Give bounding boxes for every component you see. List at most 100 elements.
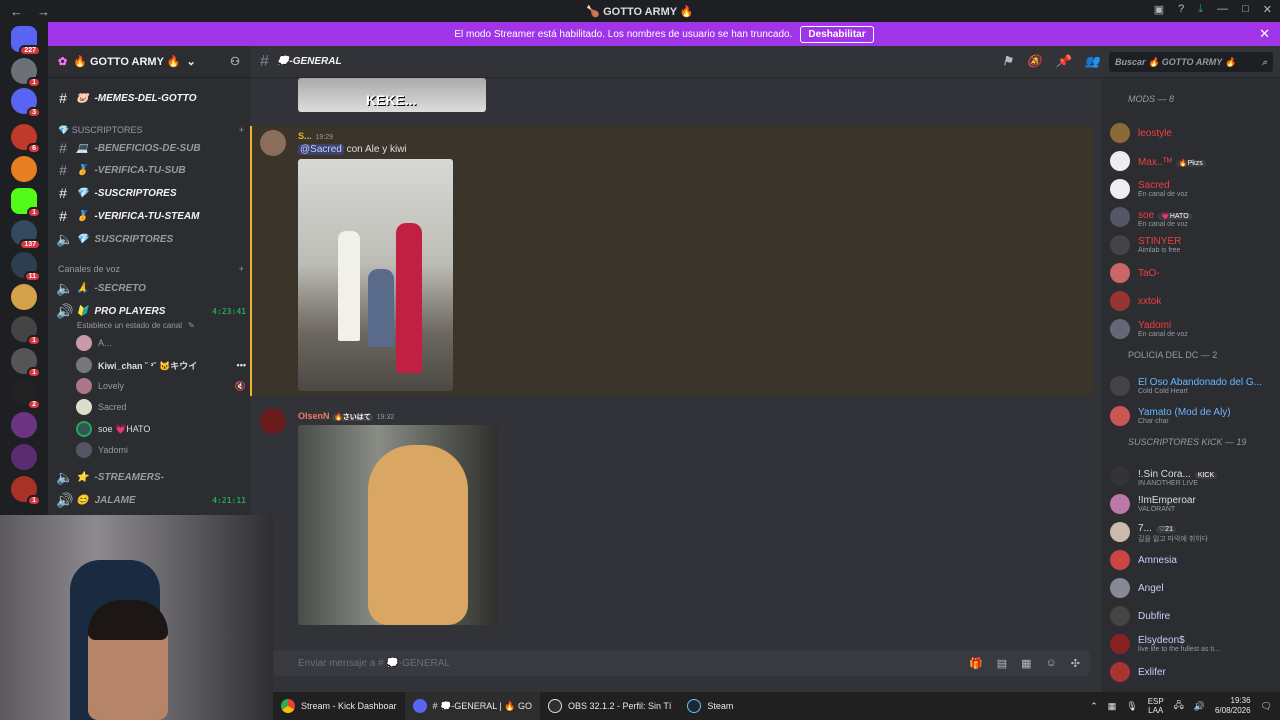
channel-suscriptores[interactable]: # 💎 -SUSCRIPTORES — [56, 183, 246, 203]
server-icon[interactable] — [11, 412, 37, 438]
image-attachment[interactable] — [298, 159, 453, 391]
members-icon[interactable]: 👥 — [1085, 54, 1100, 68]
voice-channel-streamers[interactable]: 🔈 ⭐ -STREAMERS- — [56, 467, 246, 487]
server-icon[interactable]: 2 — [11, 380, 41, 410]
notification-icon[interactable]: 🗨 — [1261, 701, 1272, 712]
voice-user[interactable]: Yadomi — [76, 440, 246, 460]
server-icon[interactable]: 1 — [11, 316, 41, 346]
avatar — [1110, 235, 1130, 255]
network-icon[interactable]: 🖧 — [1174, 698, 1184, 714]
voice-user[interactable]: Kiwi_chan ˘ ³˘ 🐱キウイ ••• — [76, 355, 246, 375]
notification-bell-icon[interactable]: 🔕 — [1027, 54, 1042, 68]
member-item[interactable]: Max..ᵀᴹ 🔥Pkzs — [1110, 148, 1276, 174]
member-item[interactable]: Amnesia — [1110, 547, 1276, 573]
channel-verifica-steam[interactable]: # 🏅 -VERIFICA-TU-STEAM — [56, 206, 246, 226]
server-icon[interactable]: 1 — [11, 58, 41, 88]
apps-icon[interactable]: ✣ — [1071, 657, 1080, 670]
channel-status[interactable]: Establece un estado de canal ✎ — [77, 315, 247, 335]
message-author[interactable]: S... 19:29 — [298, 131, 333, 141]
member-item[interactable]: Elsydeon$ live life to the fullest as ti.… — [1110, 631, 1276, 657]
channel-beneficios[interactable]: # 💻 -BENEFICIOS-DE-SUB — [56, 138, 246, 158]
inbox-icon[interactable]: ▣ — [1154, 3, 1164, 16]
user-mention[interactable]: @Sacred — [298, 144, 344, 155]
gift-icon[interactable]: 🎁 — [969, 657, 983, 670]
clock[interactable]: 19:36 6/08/2026 — [1215, 696, 1251, 716]
server-icon[interactable]: 3 — [11, 88, 41, 118]
plus-icon[interactable]: + — [239, 125, 244, 136]
minimize-button[interactable]: — — [1217, 3, 1228, 16]
tray-chevron-icon[interactable]: ⌃ — [1090, 701, 1098, 712]
member-category: POLICIA DEL DC — 2 — [1128, 350, 1218, 360]
message-input[interactable]: Enviar mensaje a # 💭-GENERAL 🎁 ▤ ▦ ☺ ✣ — [272, 650, 1090, 676]
member-item[interactable]: !ImEmperoar VALORANT — [1110, 491, 1276, 517]
taskbar-discord[interactable]: # 💭-GENERAL | 🔥 GO — [404, 692, 540, 720]
download-icon[interactable]: ⤓ — [1198, 3, 1203, 16]
member-item[interactable]: Angel — [1110, 575, 1276, 601]
member-item[interactable]: Exlifer — [1110, 659, 1276, 685]
sticker-icon[interactable]: ▦ — [1021, 657, 1031, 670]
taskbar-steam[interactable]: Steam — [679, 692, 741, 720]
image-attachment[interactable] — [298, 425, 498, 625]
category-voice[interactable]: Canales de voz + — [58, 264, 244, 274]
search-icon: ⌕ — [1261, 56, 1267, 67]
member-item[interactable]: Dubfire — [1110, 603, 1276, 629]
close-icon[interactable]: ✕ — [1259, 26, 1270, 42]
server-icon[interactable]: 137 — [11, 220, 41, 250]
member-item[interactable]: xxtok — [1110, 288, 1276, 314]
plus-icon[interactable]: + — [239, 264, 244, 274]
voice-user[interactable]: soe 💗HATO — [76, 419, 246, 439]
dm-home-button[interactable]: 227 — [11, 26, 41, 56]
avatar[interactable] — [260, 408, 286, 434]
add-member-icon[interactable]: ⚇ — [230, 55, 240, 68]
emoji-icon[interactable]: ☺ — [1046, 657, 1057, 670]
member-item[interactable]: El Oso Abandonado del G... Cold Cold Hear… — [1110, 373, 1276, 399]
language-indicator[interactable]: ESP LAA — [1148, 697, 1164, 715]
member-name: Max..ᵀᴹ — [1138, 157, 1172, 168]
voice-user[interactable]: A... — [76, 333, 246, 353]
maximize-button[interactable]: □ — [1242, 3, 1249, 16]
close-window-button[interactable]: ✕ — [1263, 3, 1272, 16]
help-icon[interactable]: ? — [1178, 3, 1184, 16]
channel-suscriptores-voice[interactable]: 🔈 💎 SUSCRIPTORES — [56, 229, 246, 249]
disable-streamer-button[interactable]: Deshabilitar — [800, 25, 874, 43]
image-attachment[interactable]: KEKE... — [298, 78, 486, 112]
voice-channel-jalame[interactable]: 🔊 😊 JALAME 4:21:11 — [56, 490, 246, 510]
server-icon[interactable] — [11, 284, 37, 310]
member-item[interactable]: soe 💗HATO En canal de voz — [1110, 204, 1276, 230]
category-suscriptores[interactable]: 💎 SUSCRIPTORES + — [58, 125, 244, 136]
server-icon[interactable]: 1 — [11, 348, 41, 378]
server-icon[interactable]: 1 — [11, 476, 41, 506]
taskbar-chrome[interactable]: Stream - Kick Dashboar — [273, 692, 405, 720]
server-icon[interactable] — [11, 444, 37, 470]
server-header[interactable]: ✿ 🔥 GOTTO ARMY 🔥 ⌄ ⚇ — [48, 46, 250, 78]
mic-icon[interactable]: 🎙 — [1126, 701, 1137, 712]
member-item[interactable]: leostyle — [1110, 120, 1276, 146]
channel-verifica-sub[interactable]: # 🏅 -VERIFICA-TU-SUB — [56, 160, 246, 180]
gif-icon[interactable]: ▤ — [997, 657, 1007, 670]
tray-app-icon[interactable]: ▦ — [1108, 701, 1117, 712]
voice-user[interactable]: Sacred — [76, 397, 246, 417]
member-item[interactable]: Yadomi En canal de voz — [1110, 316, 1276, 342]
member-item[interactable]: TaO- — [1110, 260, 1276, 286]
volume-icon[interactable]: 🔊 — [1194, 701, 1205, 712]
message-author[interactable]: OlsenN 🔥さいはて 19:32 — [298, 411, 394, 422]
channel-memes[interactable]: # 🐷 -MEMES-DEL-GOTTO — [56, 88, 246, 108]
member-item[interactable]: Sacred En canal de voz — [1110, 176, 1276, 202]
voice-user[interactable]: Lovely 🔇 — [76, 376, 246, 396]
server-icon[interactable]: 1 — [11, 188, 41, 218]
search-input[interactable]: Buscar 🔥 GOTTO ARMY 🔥 ⌕ — [1109, 52, 1273, 72]
avatar — [1110, 606, 1130, 626]
voice-channel-secreto[interactable]: 🔈 🙏 -SECRETO — [56, 278, 246, 298]
server-icon[interactable]: 11 — [11, 252, 41, 282]
member-item[interactable]: STINYER Aimlab is free — [1110, 232, 1276, 258]
more-icon[interactable]: ••• — [237, 360, 246, 370]
pin-icon[interactable]: 📌 — [1056, 54, 1071, 68]
member-item[interactable]: 7... ♡21 길을 잃고 마악에 취하다 — [1110, 519, 1276, 545]
member-item[interactable]: Yamato (Mod de Aly) Char char — [1110, 403, 1276, 429]
taskbar-obs[interactable]: OBS 32.1.2 - Perfil: Sin Tí — [540, 692, 679, 720]
avatar[interactable] — [260, 130, 286, 156]
server-icon[interactable]: 6 — [11, 124, 41, 154]
threads-icon[interactable]: ⚑ — [1002, 54, 1013, 68]
server-icon[interactable] — [11, 156, 37, 182]
member-item[interactable]: !.Sin Cora... KICK IN ANOTHER LIVE — [1110, 463, 1276, 489]
